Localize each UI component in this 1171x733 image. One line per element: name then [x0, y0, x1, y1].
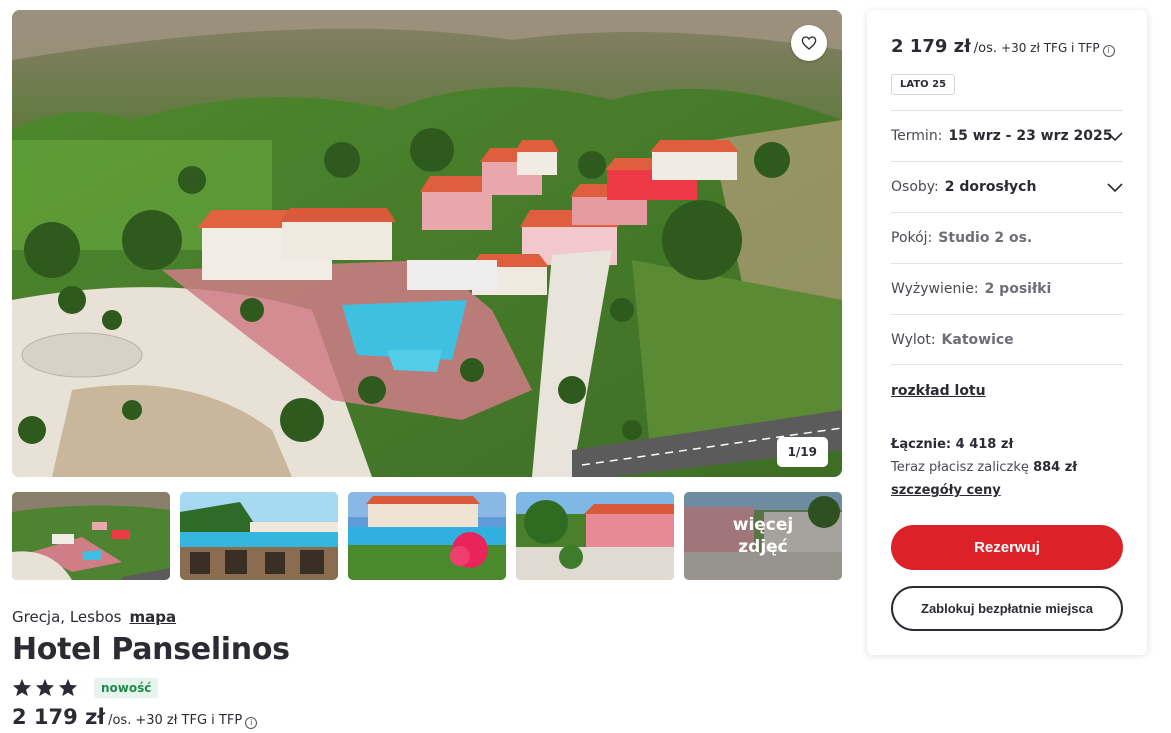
- chevron-down-icon: [1107, 132, 1123, 142]
- thumbnail-strip: więcej zdjęć: [12, 492, 842, 580]
- room-row: Pokój: Studio 2 os.: [891, 212, 1123, 263]
- thumbnail-more[interactable]: więcej zdjęć: [684, 492, 842, 580]
- card-price: 2 179 zł /os. +30 zł TFG i TFP i: [891, 36, 1115, 57]
- info-icon[interactable]: i: [245, 716, 258, 729]
- price-amount: 2 179 zł: [12, 705, 106, 729]
- lock-seats-button[interactable]: Zablokuj bezpłatnie miejsca: [891, 586, 1123, 631]
- price-per-person: /os.: [108, 713, 132, 728]
- heart-icon: [801, 36, 817, 50]
- star-icon: [35, 678, 55, 697]
- hotel-price: 2 179 zł /os. +30 zł TFG i TFP i: [12, 705, 258, 729]
- room-label: Pokój:: [891, 230, 933, 246]
- thumbnail-image: [180, 492, 338, 580]
- departure-row: Wylot: Katowice: [891, 314, 1123, 365]
- term-label: Termin:: [891, 128, 943, 144]
- favorite-button[interactable]: [791, 25, 827, 61]
- deposit-prefix: Teraz płacisz zaliczkę: [891, 460, 1029, 475]
- price-details-link[interactable]: szczegóły ceny: [891, 483, 1001, 498]
- photo-counter: 1/19: [776, 437, 828, 467]
- thumbnail-3[interactable]: [348, 492, 506, 580]
- deposit-amount: 884 zł: [1033, 460, 1078, 475]
- aerial-hotel-image: [12, 10, 842, 477]
- board-label: Wyżywienie:: [891, 281, 979, 297]
- term-value: 15 wrz - 23 wrz 2025: [948, 128, 1113, 144]
- hotel-rating: [12, 678, 78, 697]
- hotel-name: Hotel Panselinos: [12, 632, 290, 667]
- info-icon[interactable]: i: [1102, 44, 1115, 57]
- thumbnail-4[interactable]: [516, 492, 674, 580]
- card-price-amount: 2 179 zł: [891, 36, 971, 57]
- room-value: Studio 2 os.: [938, 230, 1033, 246]
- deposit-info: Teraz płacisz zaliczkę 884 zł: [891, 460, 1077, 475]
- chevron-down-icon: [1107, 183, 1123, 193]
- reserve-button[interactable]: Rezerwuj: [891, 525, 1123, 570]
- main-hotel-photo[interactable]: 1/19: [12, 10, 842, 477]
- departure-value: Katowice: [941, 331, 1014, 348]
- departure-label: Wylot:: [891, 331, 936, 348]
- board-value: 2 posiłki: [984, 281, 1052, 297]
- persons-label: Osoby:: [891, 179, 939, 195]
- card-price-per-person: /os.: [973, 41, 998, 56]
- location-text: Grecja, Lesbos: [12, 608, 122, 626]
- price-fees: +30 zł TFG i TFP: [135, 713, 243, 728]
- persons-value: 2 dorosłych: [944, 179, 1037, 195]
- board-row: Wyżywienie: 2 posiłki: [891, 263, 1123, 314]
- season-tag: LATO 25: [891, 74, 956, 95]
- flight-schedule-link[interactable]: rozkład lotu: [891, 383, 986, 399]
- card-price-fees: +30 zł TFG i TFP: [1001, 41, 1100, 55]
- more-photos-label: więcej zdjęć: [732, 515, 794, 557]
- thumbnail-1[interactable]: [12, 492, 170, 580]
- new-badge: nowość: [94, 678, 159, 698]
- hotel-location: Grecja, Lesbos mapa: [12, 608, 176, 626]
- thumbnail-image: [12, 492, 170, 580]
- star-icon: [12, 678, 32, 697]
- persons-selector[interactable]: Osoby: 2 dorosłych: [891, 161, 1123, 212]
- star-icon: [58, 678, 78, 697]
- booking-card: 2 179 zł /os. +30 zł TFG i TFP i LATO 25…: [867, 10, 1147, 655]
- term-selector[interactable]: Termin: 15 wrz - 23 wrz 2025: [891, 110, 1123, 161]
- total-price: Łącznie: 4 418 zł: [891, 437, 1014, 452]
- thumbnail-2[interactable]: [180, 492, 338, 580]
- map-link[interactable]: mapa: [129, 608, 176, 626]
- thumbnail-image: [348, 492, 506, 580]
- thumbnail-image: [516, 492, 674, 580]
- more-photos-overlay: więcej zdjęć: [684, 492, 842, 580]
